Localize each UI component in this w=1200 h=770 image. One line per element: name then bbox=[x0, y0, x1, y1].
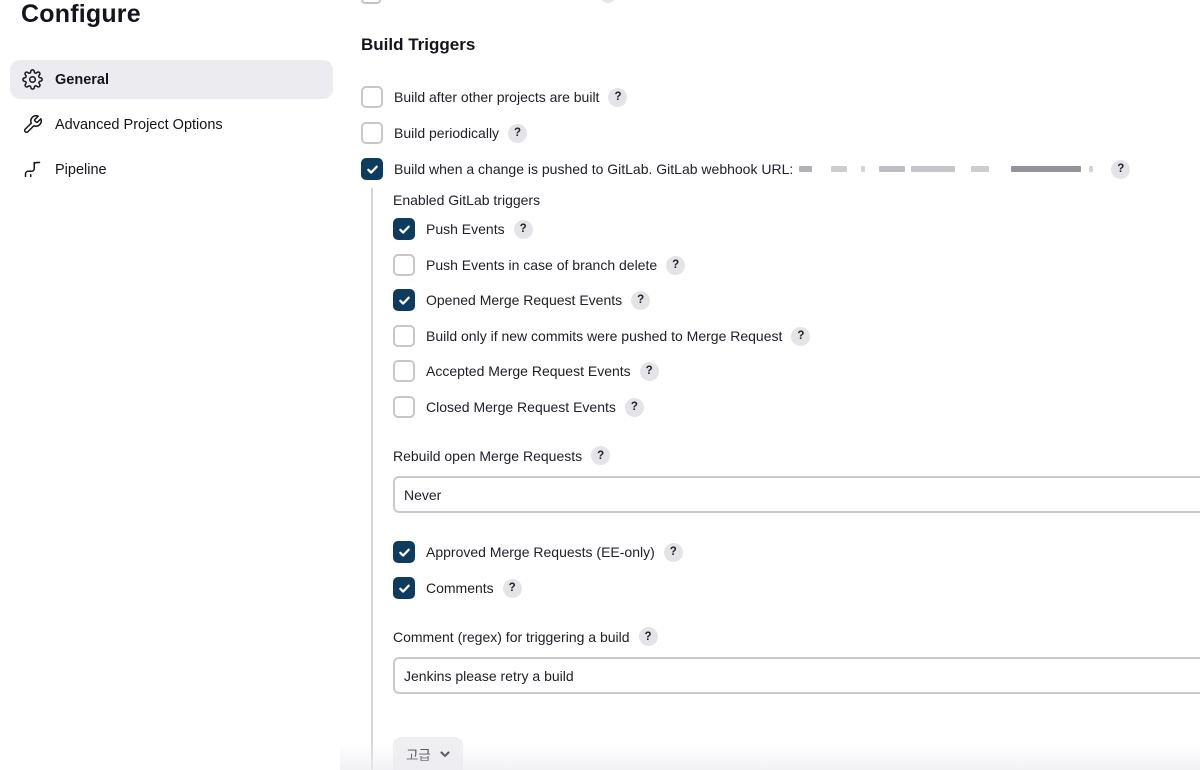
enabled-gitlab-triggers-label: Enabled GitLab triggers bbox=[393, 192, 541, 208]
event-opened-merge-request[interactable]: Opened Merge Request Events ? bbox=[393, 289, 651, 311]
checkbox[interactable] bbox=[361, 122, 383, 144]
advanced-button-label: 고급 bbox=[406, 747, 431, 763]
input-value: Jenkins please retry a build bbox=[404, 667, 574, 684]
bottom-fade bbox=[340, 742, 1200, 770]
help-icon[interactable]: ? bbox=[513, 219, 533, 239]
help-icon[interactable]: ? bbox=[591, 446, 611, 465]
checkbox[interactable] bbox=[361, 86, 383, 108]
sidebar-item-pipeline[interactable]: Pipeline bbox=[10, 150, 333, 189]
check-icon bbox=[398, 296, 410, 305]
help-icon[interactable]: ? bbox=[624, 397, 644, 417]
select-value: Never bbox=[404, 486, 442, 503]
checkbox-label: Build when a change is pushed to GitLab.… bbox=[394, 161, 794, 177]
event-comments[interactable]: Comments ? bbox=[393, 577, 522, 599]
rebuild-open-merge-requests-label: Rebuild open Merge Requests ? bbox=[393, 446, 611, 465]
nested-section-border bbox=[371, 188, 373, 770]
checkbox-label: Approved Merge Requests (EE-only) bbox=[426, 544, 655, 560]
section-title-build-triggers: Build Triggers bbox=[361, 35, 476, 54]
checkbox-label: Push Events in case of branch delete bbox=[426, 257, 658, 273]
event-push[interactable]: Push Events ? bbox=[393, 218, 533, 240]
pipeline-icon bbox=[21, 159, 43, 181]
checkbox[interactable] bbox=[393, 396, 415, 418]
checkbox-label: Build only if new commits were pushed to… bbox=[426, 328, 783, 344]
check-icon bbox=[398, 225, 410, 234]
checkbox-label: Build after other projects are built bbox=[394, 89, 600, 105]
advanced-button[interactable]: 고급 bbox=[393, 737, 463, 770]
checkbox[interactable] bbox=[393, 289, 415, 311]
help-icon[interactable]: ? bbox=[631, 290, 651, 310]
checkbox[interactable] bbox=[393, 218, 415, 240]
help-icon[interactable]: ? bbox=[508, 123, 528, 143]
rebuild-open-merge-requests-select[interactable]: Never bbox=[393, 476, 1200, 513]
checkbox[interactable] bbox=[393, 577, 415, 599]
checkbox[interactable] bbox=[393, 541, 415, 563]
checkbox-label: Build periodically bbox=[394, 125, 500, 141]
sidebar-item-label: Advanced Project Options bbox=[55, 116, 223, 133]
comment-regex-label: Comment (regex) for triggering a build ? bbox=[393, 627, 658, 646]
page-title: Configure bbox=[21, 0, 141, 28]
checkbox[interactable] bbox=[361, 158, 383, 180]
check-icon bbox=[366, 165, 378, 174]
checkbox-label: Comments bbox=[426, 580, 494, 596]
webhook-url-redacted bbox=[799, 162, 1099, 176]
previous-section-help-icon[interactable] bbox=[600, 0, 616, 3]
help-icon[interactable]: ? bbox=[663, 542, 683, 562]
help-icon[interactable]: ? bbox=[502, 578, 522, 598]
checkbox-label: Closed Merge Request Events bbox=[426, 399, 616, 415]
help-icon[interactable]: ? bbox=[1111, 159, 1131, 179]
sidebar: General Advanced Project Options Pipelin… bbox=[10, 60, 333, 195]
checkbox[interactable] bbox=[393, 360, 415, 382]
help-icon[interactable]: ? bbox=[608, 87, 628, 107]
trigger-gitlab-push[interactable]: Build when a change is pushed to GitLab.… bbox=[361, 158, 1131, 180]
trigger-build-periodically[interactable]: Build periodically ? bbox=[361, 122, 528, 144]
checkbox-label: Push Events bbox=[426, 221, 505, 237]
sidebar-item-general[interactable]: General bbox=[10, 60, 333, 99]
check-icon bbox=[398, 584, 410, 593]
field-label-text: Comment (regex) for triggering a build bbox=[393, 628, 630, 645]
sidebar-item-advanced-project-options[interactable]: Advanced Project Options bbox=[10, 105, 333, 144]
field-label-text: Rebuild open Merge Requests bbox=[393, 447, 583, 464]
comment-regex-input[interactable]: Jenkins please retry a build bbox=[393, 657, 1200, 694]
checkbox-label: Accepted Merge Request Events bbox=[426, 363, 631, 379]
checkbox[interactable] bbox=[393, 325, 415, 347]
gear-icon bbox=[21, 69, 43, 91]
event-closed-merge-request[interactable]: Closed Merge Request Events ? bbox=[393, 396, 644, 418]
sidebar-item-label: General bbox=[55, 71, 109, 88]
help-icon[interactable]: ? bbox=[639, 361, 659, 381]
event-approved-merge-requests[interactable]: Approved Merge Requests (EE-only) ? bbox=[393, 541, 683, 563]
event-accepted-merge-request[interactable]: Accepted Merge Request Events ? bbox=[393, 360, 659, 382]
sidebar-item-label: Pipeline bbox=[55, 161, 107, 178]
previous-section-checkbox[interactable] bbox=[361, 0, 381, 4]
help-icon[interactable]: ? bbox=[638, 627, 658, 646]
wrench-icon bbox=[21, 114, 43, 136]
chevron-down-icon bbox=[440, 751, 450, 757]
help-icon[interactable]: ? bbox=[791, 326, 811, 346]
event-new-commits-merge-request[interactable]: Build only if new commits were pushed to… bbox=[393, 325, 811, 347]
event-push-branch-delete[interactable]: Push Events in case of branch delete ? bbox=[393, 254, 686, 276]
help-icon[interactable]: ? bbox=[666, 255, 686, 275]
checkbox[interactable] bbox=[393, 254, 415, 276]
trigger-build-after-other-projects[interactable]: Build after other projects are built ? bbox=[361, 86, 628, 108]
checkbox-label: Opened Merge Request Events bbox=[426, 292, 623, 308]
check-icon bbox=[398, 548, 410, 557]
